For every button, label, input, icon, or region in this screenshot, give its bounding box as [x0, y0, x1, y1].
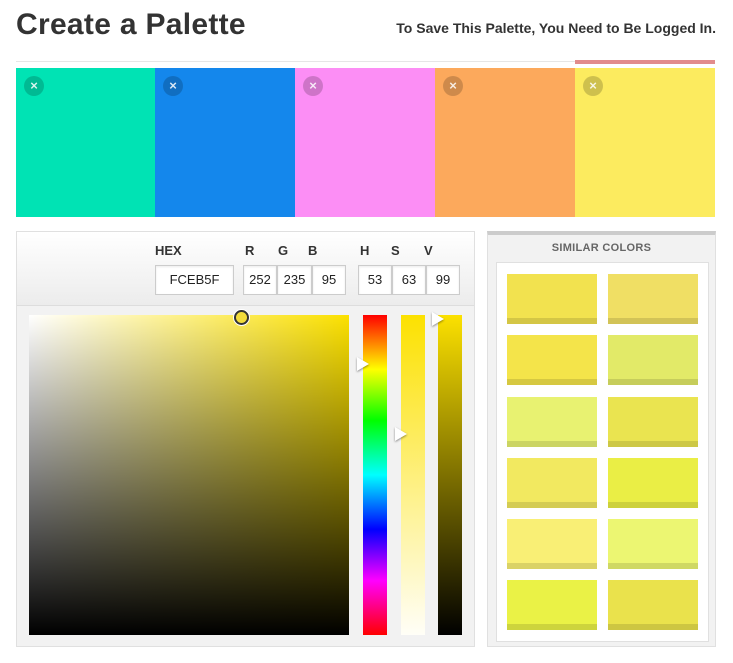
- close-icon[interactable]: ×: [443, 76, 463, 96]
- palette-swatch[interactable]: ×: [16, 68, 155, 217]
- saturation-input[interactable]: 63: [392, 265, 426, 295]
- close-icon[interactable]: ×: [163, 76, 183, 96]
- similar-color-swatch[interactable]: [608, 335, 698, 385]
- green-input[interactable]: 235: [277, 265, 312, 295]
- color-picker-handle[interactable]: [234, 310, 249, 325]
- color-values-bar: HEX R G B H S V FCEB5F 252 235 95 53 63 …: [17, 232, 474, 306]
- similar-colors-title: SIMILAR COLORS: [551, 242, 652, 254]
- green-label: G: [278, 243, 289, 258]
- hex-label: HEX: [155, 243, 182, 258]
- hex-input[interactable]: FCEB5F: [155, 265, 234, 295]
- saturation-slider[interactable]: [401, 315, 425, 635]
- blue-label: B: [308, 243, 318, 258]
- similar-colors-panel: SIMILAR COLORS: [487, 231, 716, 647]
- similar-color-swatch[interactable]: [608, 580, 698, 630]
- close-icon[interactable]: ×: [583, 76, 603, 96]
- palette-swatch[interactable]: ×: [295, 68, 435, 217]
- hue-label: H: [360, 243, 370, 258]
- similar-colors-grid: [496, 262, 709, 642]
- similar-color-swatch[interactable]: [507, 580, 597, 630]
- value-label: V: [424, 243, 433, 258]
- blue-input[interactable]: 95: [312, 265, 346, 295]
- page-title: Create a Palette: [16, 8, 246, 41]
- saturation-label: S: [391, 243, 400, 258]
- similar-color-swatch[interactable]: [608, 397, 698, 447]
- close-icon[interactable]: ×: [303, 76, 323, 96]
- similar-color-swatch[interactable]: [507, 335, 597, 385]
- similar-color-swatch[interactable]: [507, 519, 597, 569]
- login-required-note: To Save This Palette, You Need to Be Log…: [396, 20, 716, 36]
- similar-color-swatch[interactable]: [608, 458, 698, 508]
- similar-color-swatch[interactable]: [507, 397, 597, 447]
- saturation-slider-handle[interactable]: [395, 427, 407, 441]
- color-picker-panel: HEX R G B H S V FCEB5F 252 235 95 53 63 …: [16, 231, 475, 647]
- saturation-value-area[interactable]: [29, 310, 349, 635]
- similar-color-swatch[interactable]: [507, 274, 597, 324]
- palette-swatches: × × × × ×: [16, 68, 715, 217]
- selected-swatch-indicator: [575, 60, 715, 64]
- hue-slider-handle[interactable]: [357, 357, 369, 371]
- palette-swatch[interactable]: ×: [155, 68, 295, 217]
- similar-color-swatch[interactable]: [507, 458, 597, 508]
- value-slider-handle[interactable]: [432, 312, 444, 326]
- palette-swatch-selected[interactable]: ×: [575, 68, 715, 217]
- close-icon[interactable]: ×: [24, 76, 44, 96]
- palette-swatch[interactable]: ×: [435, 68, 575, 217]
- value-input[interactable]: 99: [426, 265, 460, 295]
- red-label: R: [245, 243, 255, 258]
- value-slider[interactable]: [438, 315, 462, 635]
- similar-color-swatch[interactable]: [608, 519, 698, 569]
- red-input[interactable]: 252: [243, 265, 277, 295]
- similar-color-swatch[interactable]: [608, 274, 698, 324]
- hue-input[interactable]: 53: [358, 265, 392, 295]
